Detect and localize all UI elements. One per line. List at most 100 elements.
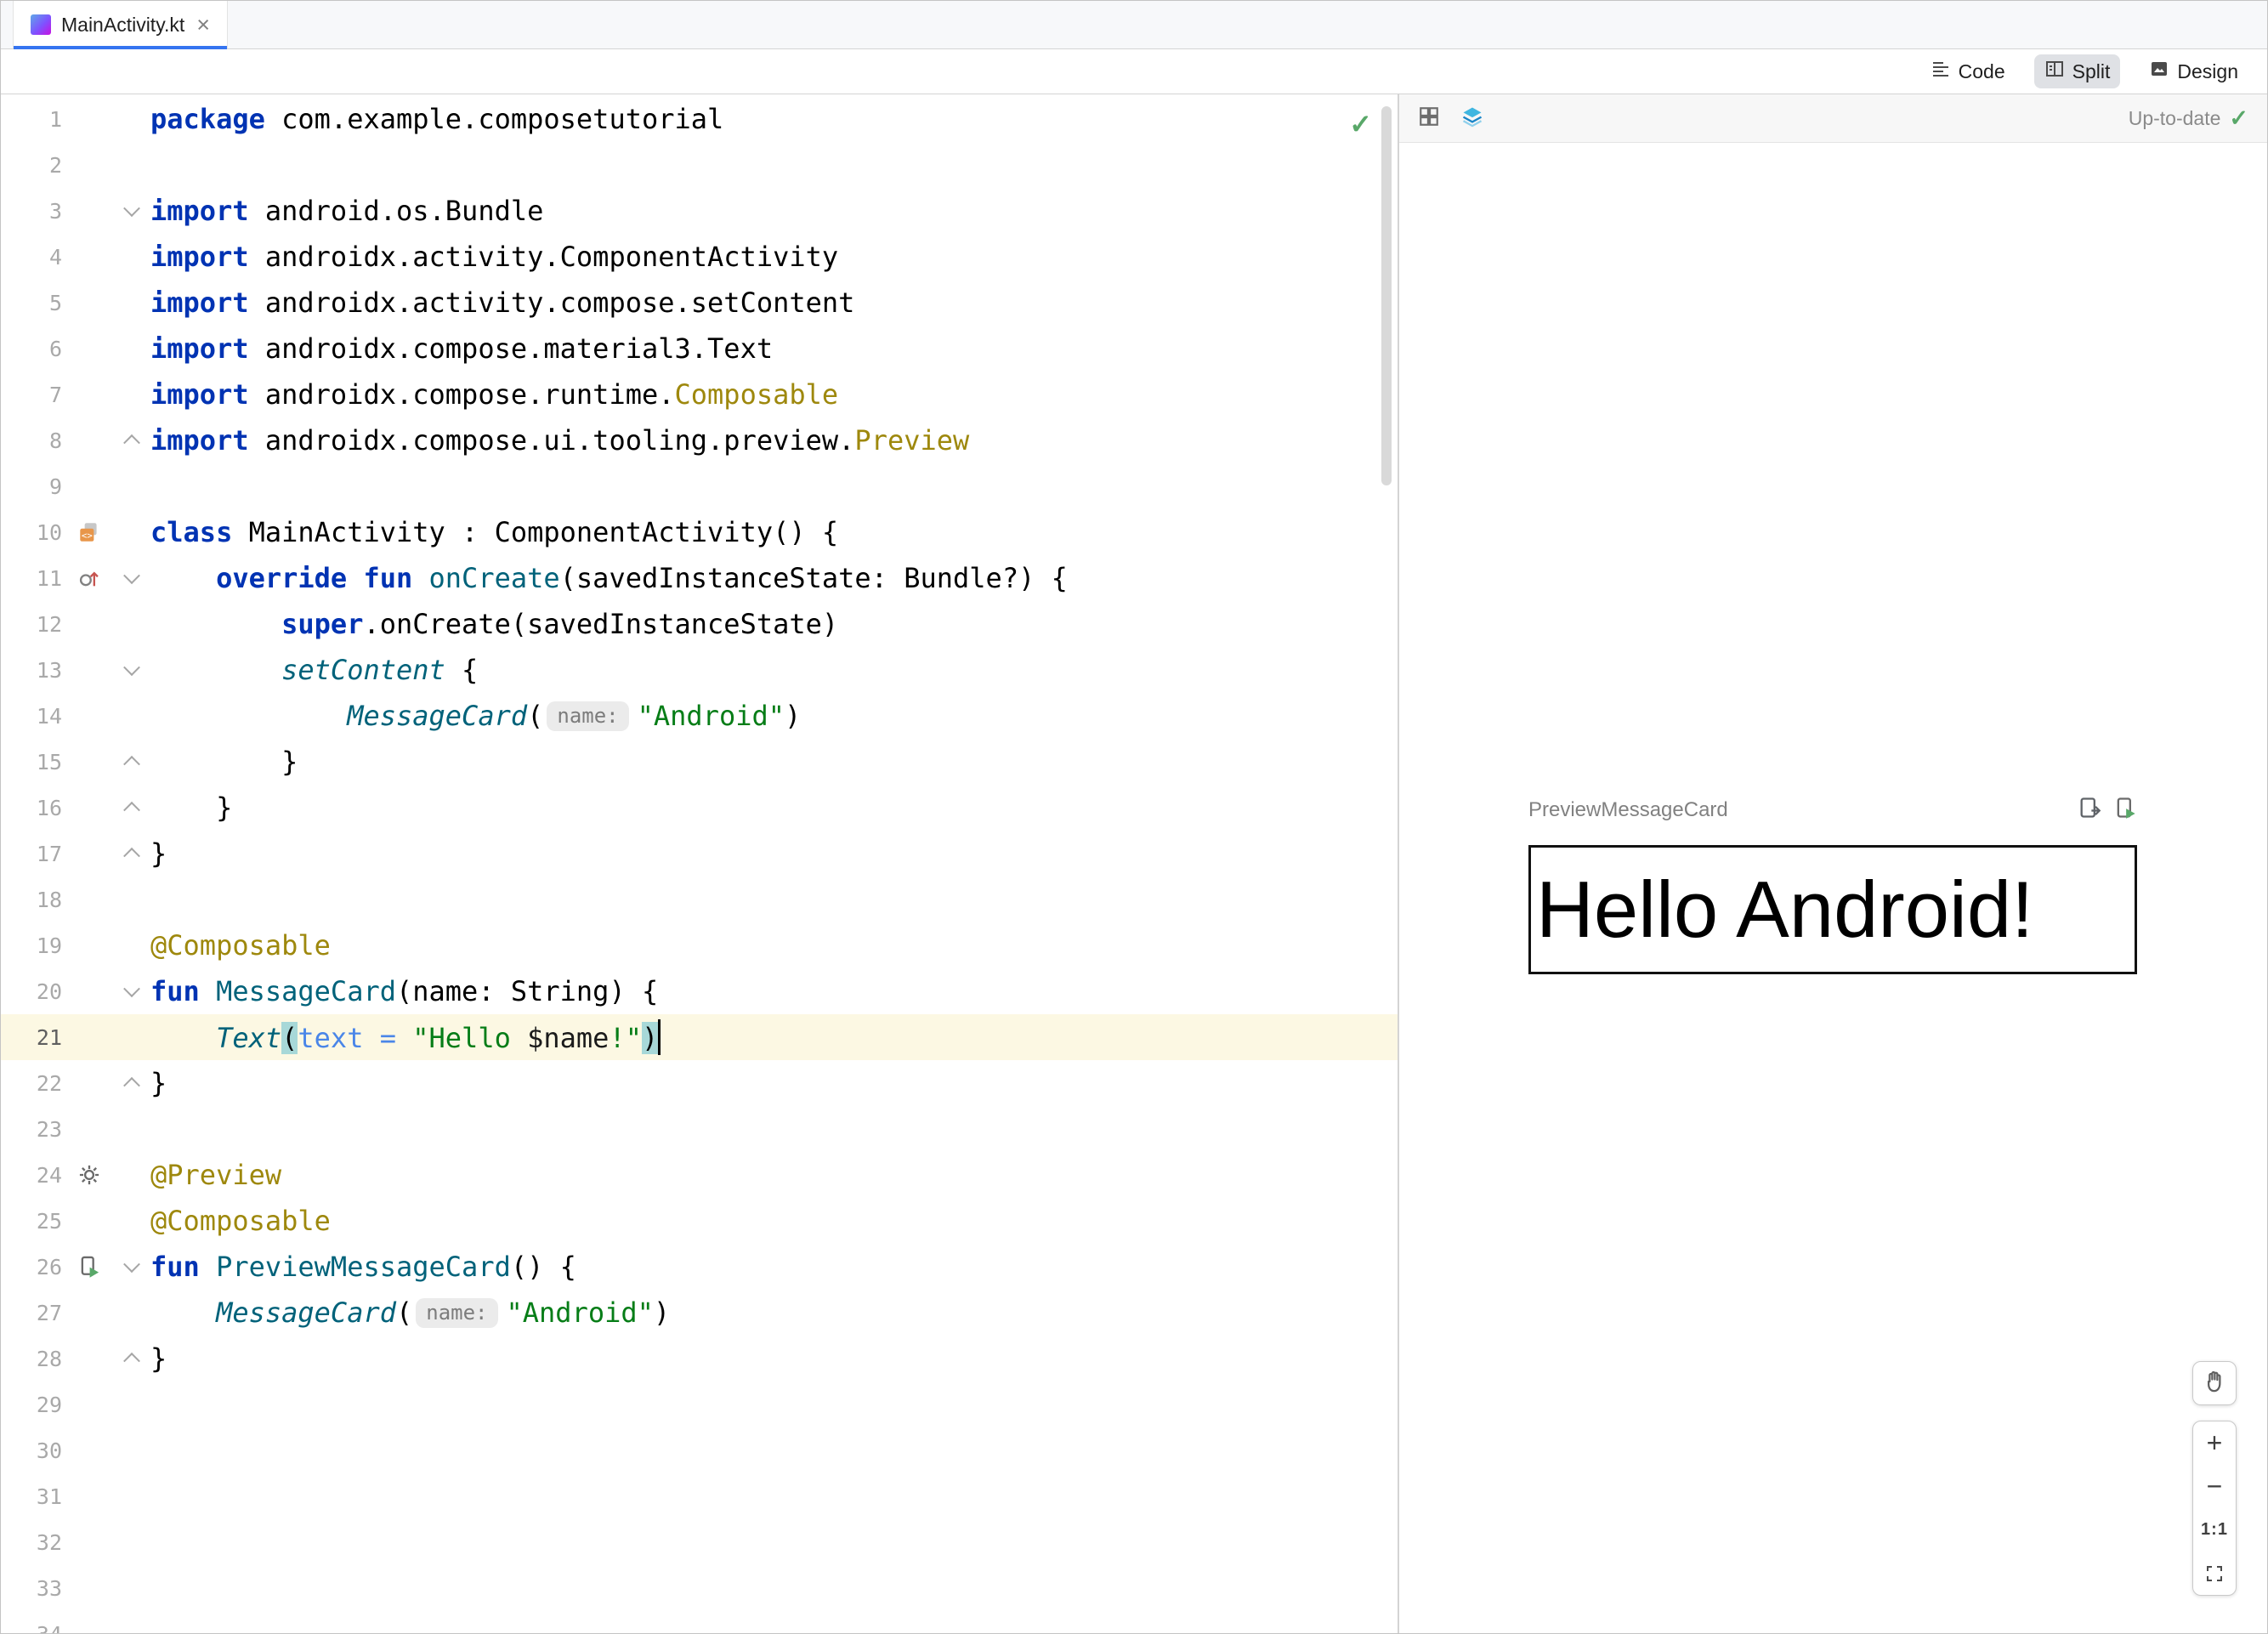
related-symbol-gutter-icon[interactable]: <> xyxy=(62,519,116,545)
code-token: fun xyxy=(363,562,413,594)
code-text[interactable]: } xyxy=(150,1342,167,1375)
fold-marker-icon[interactable] xyxy=(116,1076,147,1094)
code-line[interactable]: 22} xyxy=(1,1060,1398,1106)
code-line[interactable]: 33 xyxy=(1,1565,1398,1611)
fold-marker-icon[interactable] xyxy=(116,980,147,998)
line-number: 7 xyxy=(48,382,62,407)
pan-button[interactable] xyxy=(2192,1361,2237,1405)
code-text[interactable]: fun PreviewMessageCard() { xyxy=(150,1251,576,1283)
code-line[interactable]: 20 fun MessageCard(name: String) { xyxy=(1,968,1398,1014)
fold-marker-icon[interactable] xyxy=(116,1256,147,1274)
code-line[interactable]: 31 xyxy=(1,1473,1398,1519)
code-text[interactable]: override fun onCreate(savedInstanceState… xyxy=(150,562,1068,594)
override-method-gutter-icon[interactable] xyxy=(62,566,116,590)
code-text[interactable]: fun MessageCard(name: String) { xyxy=(150,975,658,1007)
code-line[interactable]: 17} xyxy=(1,831,1398,877)
preview-settings-gutter-icon[interactable] xyxy=(62,1163,116,1187)
code-text[interactable]: @Composable xyxy=(150,929,331,962)
code-line[interactable]: 6 import androidx.compose.material3.Text xyxy=(1,326,1398,372)
code-text[interactable]: MessageCard(name: "Android") xyxy=(150,700,801,732)
code-line[interactable]: 8 import androidx.compose.ui.tooling.prev… xyxy=(1,417,1398,463)
interactive-preview-icon[interactable] xyxy=(2078,796,2101,824)
fold-marker-icon[interactable] xyxy=(116,755,147,773)
code-line[interactable]: 11 override fun onCreate(savedInstanceSt… xyxy=(1,555,1398,601)
code-line[interactable]: 19 @Composable xyxy=(1,922,1398,968)
editor-scrollbar-thumb[interactable] xyxy=(1381,106,1392,485)
code-text[interactable]: Text(text = "Hello $name!") xyxy=(150,1019,661,1055)
line-number: 14 xyxy=(36,703,62,729)
code-line[interactable]: 10 <> class MainActivity : ComponentActivi… xyxy=(1,509,1398,555)
code-editor[interactable]: 1 package com.example.composetutorial 2 3 im… xyxy=(1,94,1398,1633)
code-line[interactable]: 1 package com.example.composetutorial xyxy=(1,96,1398,142)
fold-marker-icon[interactable] xyxy=(116,801,147,819)
code-text[interactable]: package com.example.composetutorial xyxy=(150,103,723,135)
preview-canvas[interactable]: PreviewMessageCard Hello Android! + − 1:… xyxy=(1399,143,2267,1633)
code-line[interactable]: 21 Text(text = "Hello $name!") xyxy=(1,1014,1398,1060)
code-text[interactable]: import androidx.compose.ui.tooling.previ… xyxy=(150,424,969,457)
zoom-in-button[interactable]: + xyxy=(2193,1421,2236,1465)
code-text[interactable]: } xyxy=(150,837,167,870)
code-line[interactable]: 26 fun PreviewMessageCard() { xyxy=(1,1244,1398,1290)
code-line[interactable]: 7 import androidx.compose.runtime.Composa… xyxy=(1,372,1398,417)
fold-marker-icon[interactable] xyxy=(116,567,147,585)
parameter-hint-chip: name: xyxy=(547,701,629,731)
design-mode-button[interactable]: Design xyxy=(2139,54,2248,88)
code-line[interactable]: 18 xyxy=(1,877,1398,922)
fold-marker-icon[interactable] xyxy=(116,1352,147,1370)
run-preview-gutter-icon[interactable] xyxy=(62,1255,116,1279)
code-token: text xyxy=(298,1022,364,1054)
code-line[interactable]: 4 import androidx.activity.ComponentActiv… xyxy=(1,234,1398,280)
fold-marker-icon[interactable] xyxy=(116,847,147,865)
code-line[interactable]: 27 MessageCard(name: "Android") xyxy=(1,1290,1398,1336)
code-line[interactable]: 32 xyxy=(1,1519,1398,1565)
tab-close-icon[interactable]: × xyxy=(196,13,210,37)
fold-marker-icon[interactable] xyxy=(116,659,147,677)
code-line[interactable]: 2 xyxy=(1,142,1398,188)
code-text[interactable]: class MainActivity : ComponentActivity()… xyxy=(150,516,838,548)
code-line[interactable]: 9 xyxy=(1,463,1398,509)
code-line[interactable]: 3 import android.os.Bundle xyxy=(1,188,1398,234)
run-preview-icon[interactable] xyxy=(2113,796,2137,824)
code-text[interactable]: @Preview xyxy=(150,1159,281,1191)
code-text[interactable]: import android.os.Bundle xyxy=(150,195,543,227)
code-line[interactable]: 15 } xyxy=(1,739,1398,785)
layers-icon[interactable] xyxy=(1460,105,1484,133)
code-text[interactable]: } xyxy=(150,791,232,824)
code-mode-button[interactable]: Code xyxy=(1920,54,2016,88)
zoom-reset-button[interactable]: 1:1 xyxy=(2193,1508,2236,1552)
code-line[interactable]: 13 setContent { xyxy=(1,647,1398,693)
fold-marker-icon[interactable] xyxy=(116,434,147,451)
code-line[interactable]: 34 xyxy=(1,1611,1398,1634)
code-line[interactable]: 25 @Composable xyxy=(1,1198,1398,1244)
code-line[interactable]: 30 xyxy=(1,1427,1398,1473)
code-text[interactable]: import androidx.compose.material3.Text xyxy=(150,332,773,365)
code-text[interactable]: } xyxy=(150,1067,167,1099)
code-line[interactable]: 16 } xyxy=(1,785,1398,831)
code-line[interactable]: 5 import androidx.activity.compose.setCon… xyxy=(1,280,1398,326)
code-text[interactable]: MessageCard(name: "Android") xyxy=(150,1296,670,1329)
code-text[interactable]: import androidx.activity.compose.setCont… xyxy=(150,287,854,319)
zoom-out-button[interactable]: − xyxy=(2193,1465,2236,1508)
code-text[interactable]: import androidx.activity.ComponentActivi… xyxy=(150,241,838,273)
grid-view-icon[interactable] xyxy=(1418,105,1440,132)
code-line[interactable]: 23 xyxy=(1,1106,1398,1152)
code-text[interactable]: @Composable xyxy=(150,1205,331,1237)
preview-frame[interactable]: Hello Android! xyxy=(1528,845,2137,974)
code-text[interactable]: super.onCreate(savedInstanceState) xyxy=(150,608,838,640)
code-text[interactable]: import androidx.compose.runtime.Composab… xyxy=(150,378,838,411)
code-line[interactable]: 12 super.onCreate(savedInstanceState) xyxy=(1,601,1398,647)
code-line[interactable]: 14 MessageCard(name: "Android") xyxy=(1,693,1398,739)
code-line[interactable]: 24 @Preview xyxy=(1,1152,1398,1198)
code-token: androidx.compose.runtime. xyxy=(248,378,675,411)
editor-gutter: 3 xyxy=(1,188,150,234)
fold-marker-icon[interactable] xyxy=(116,200,147,218)
code-text[interactable]: setContent { xyxy=(150,654,478,686)
code-line[interactable]: 28} xyxy=(1,1336,1398,1382)
zoom-to-fit-button[interactable] xyxy=(2193,1552,2236,1595)
split-mode-button[interactable]: Split xyxy=(2033,54,2121,88)
code-text[interactable]: } xyxy=(150,746,298,778)
editor-tab-mainactivity[interactable]: MainActivity.kt × xyxy=(13,1,229,49)
analysis-ok-icon[interactable]: ✓ xyxy=(1349,108,1372,140)
code-line[interactable]: 29 xyxy=(1,1382,1398,1427)
code-token: MessageCard xyxy=(347,700,528,732)
